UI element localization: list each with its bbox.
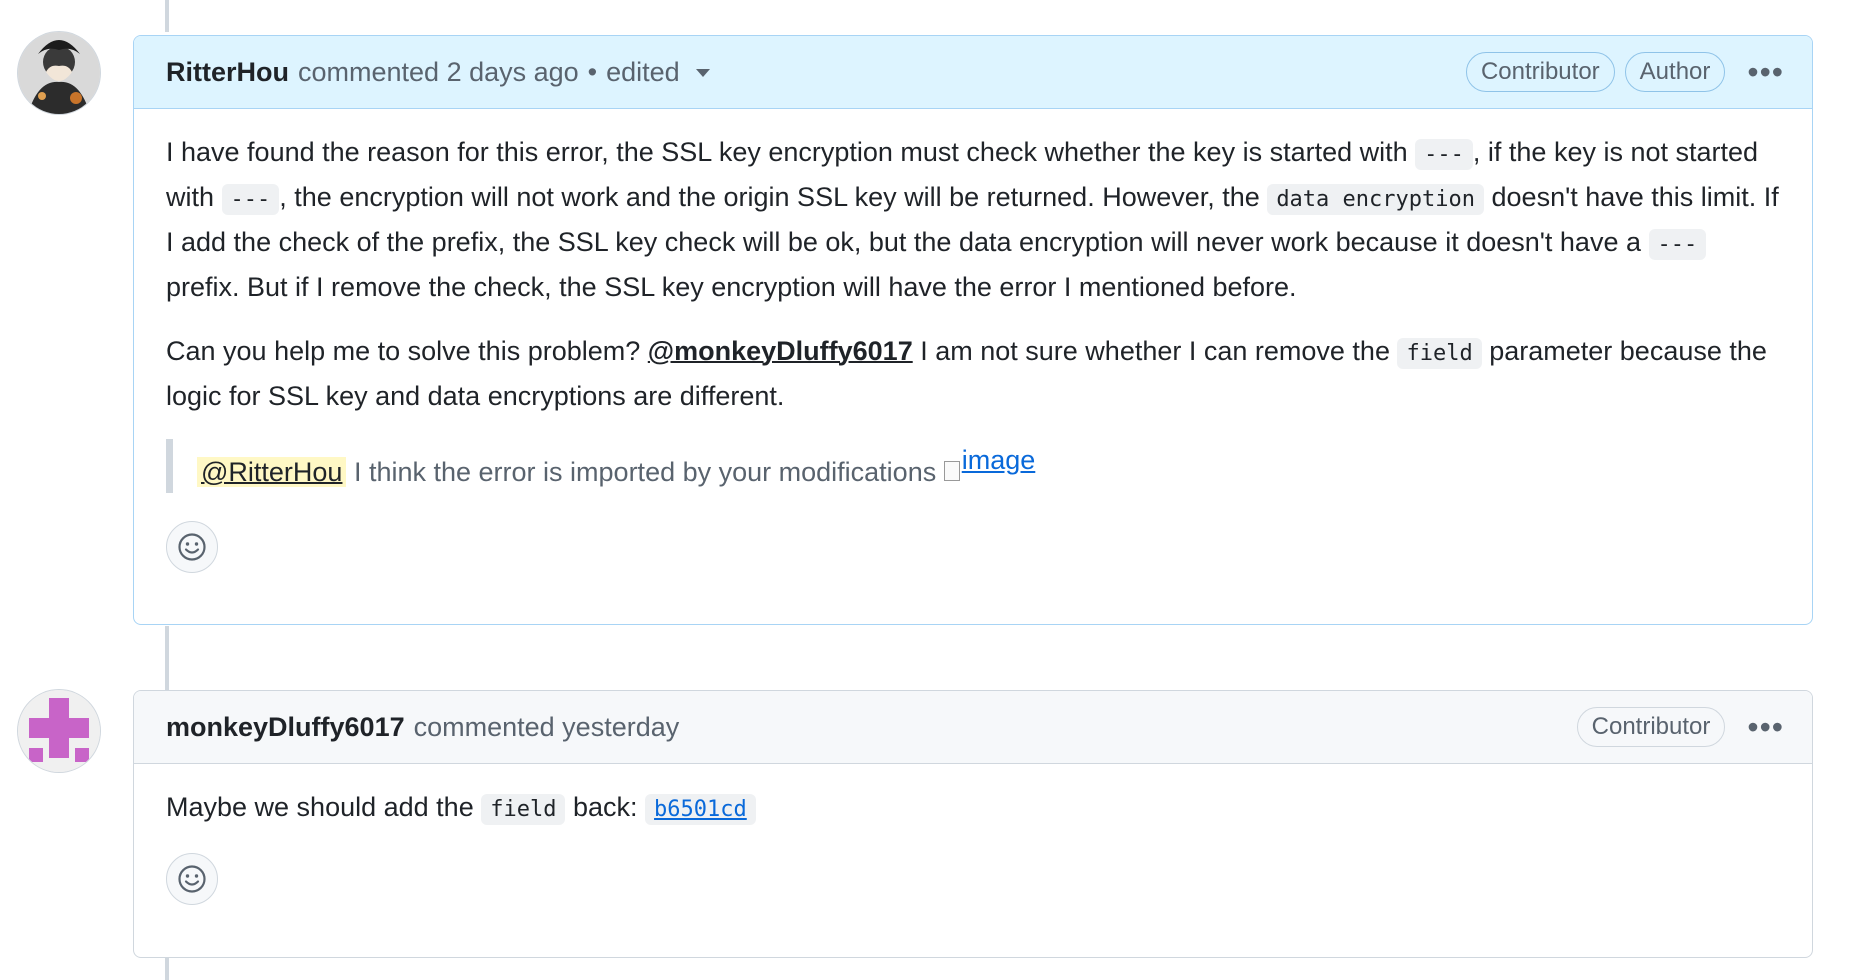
inline-code: field xyxy=(481,794,566,825)
comment-timestamp[interactable]: commented yesterday xyxy=(414,712,680,743)
comment-paragraph: Can you help me to solve this problem? @… xyxy=(166,330,1780,417)
quote-text: I think the error is imported by your mo… xyxy=(353,457,937,487)
inline-code: --- xyxy=(221,184,280,215)
broken-image-icon xyxy=(943,461,960,481)
comment-monkeydluffy6017: monkeyDluffy6017 commented yesterday Con… xyxy=(133,690,1813,958)
inline-code: field xyxy=(1397,338,1482,369)
triangle-down-icon xyxy=(695,69,710,78)
commit-link[interactable]: b6501cd xyxy=(645,794,756,825)
timeline-line-top xyxy=(165,0,169,32)
author-badge: Author xyxy=(1624,52,1726,92)
timeline-line-bottom xyxy=(165,957,169,980)
add-reaction-button[interactable] xyxy=(166,521,218,573)
edited-dropdown[interactable]: edited xyxy=(606,57,710,88)
add-reaction-button[interactable] xyxy=(166,853,218,905)
text-segment: Maybe we should add the xyxy=(166,792,474,822)
user-mention-link[interactable]: @monkeyDluffy6017 xyxy=(648,336,913,366)
text-segment: , the encryption will not work and the o… xyxy=(279,182,1260,212)
comment-body: Maybe we should add the field back: b650… xyxy=(134,764,1812,931)
text-segment: prefix. But if I remove the check, the S… xyxy=(166,272,1297,302)
contributor-badge: Contributor xyxy=(1465,52,1615,92)
text-segment: back: xyxy=(572,792,638,822)
comment-paragraph: Maybe we should add the field back: b650… xyxy=(166,786,1780,831)
inline-code: --- xyxy=(1415,139,1473,170)
smiley-icon xyxy=(178,865,206,893)
smiley-icon xyxy=(178,533,206,561)
avatar-monkeydluffy6017[interactable] xyxy=(18,690,100,772)
user-mention-link[interactable]: @RitterHou xyxy=(197,457,347,487)
author-name[interactable]: monkeyDluffy6017 xyxy=(166,712,405,743)
inline-code: --- xyxy=(1648,229,1707,260)
avatar-ritterhou[interactable] xyxy=(18,32,100,114)
comment-header: monkeyDluffy6017 commented yesterday Con… xyxy=(134,691,1812,764)
image-alt-text: image xyxy=(961,445,1036,475)
text-segment: Can you help me to solve this problem? xyxy=(166,336,641,366)
edited-label: edited xyxy=(606,56,680,87)
kebab-horizontal-icon[interactable]: ••• xyxy=(1747,711,1784,743)
comment-timestamp[interactable]: commented 2 days ago xyxy=(298,57,579,88)
timeline-line-middle xyxy=(165,626,169,690)
broken-image-link[interactable]: image xyxy=(943,439,1036,481)
comment-header: RitterHou commented 2 days ago • edited … xyxy=(134,36,1812,109)
text-segment: I have found the reason for this error, … xyxy=(166,137,1408,167)
comment-ritterhou: RitterHou commented 2 days ago • edited … xyxy=(133,35,1813,625)
contributor-badge: Contributor xyxy=(1576,707,1726,747)
inline-code: data encryption xyxy=(1267,184,1484,215)
author-name[interactable]: RitterHou xyxy=(166,57,289,88)
separator-dot: • xyxy=(587,56,598,87)
comment-body: I have found the reason for this error, … xyxy=(134,109,1812,599)
quoted-reply: @RitterHou I think the error is imported… xyxy=(166,439,1780,493)
comment-paragraph: I have found the reason for this error, … xyxy=(166,131,1780,308)
text-segment: I am not sure whether I can remove the xyxy=(920,336,1390,366)
kebab-horizontal-icon[interactable]: ••• xyxy=(1747,56,1784,88)
